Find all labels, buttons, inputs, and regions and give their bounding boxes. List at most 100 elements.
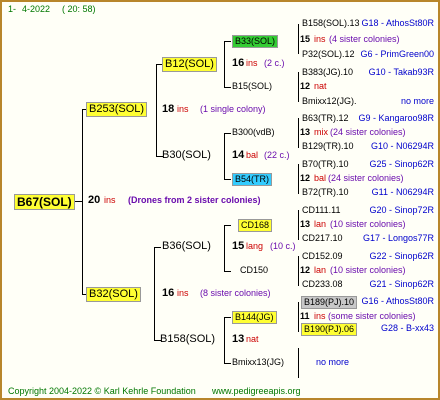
gen-b253: 18 [162, 103, 175, 115]
header-date: 4-2022 [22, 4, 51, 14]
ref-cd111-11: G20 - Sinop72R [369, 205, 434, 215]
node-b15[interactable]: B15(SOL) [232, 82, 272, 91]
root-node[interactable]: B67(SOL) [14, 194, 75, 210]
note-cd168: (10 sister colonies) [330, 219, 406, 229]
unit-b54: bal [314, 173, 327, 183]
connector-root-stub [74, 201, 83, 202]
ref-b129tr10: G10 - N06294R [370, 141, 434, 151]
node-b36[interactable]: B36(SOL) [162, 241, 211, 252]
node-b300[interactable]: B300(vdB) [232, 128, 275, 137]
connector-g4-8 [298, 348, 299, 378]
connector-b253-kids [156, 64, 157, 156]
gen-cd168: 13 [300, 219, 311, 229]
node-cd111-11[interactable]: CD111.11 [302, 206, 341, 215]
connector-b36-kids [224, 225, 225, 271]
node-b54[interactable]: B54(TR) [232, 173, 273, 186]
node-b129tr10[interactable]: B129(TR).10 [302, 142, 354, 151]
gen-b30: 14 [232, 149, 245, 161]
unit-b36: lang [246, 241, 264, 251]
note-b300: (24 sister colonies) [330, 127, 406, 137]
node-b30[interactable]: B30(SOL) [162, 150, 211, 161]
ref-cd233-08: G21 - Sinop62R [369, 279, 434, 289]
gen-b33: 15 [300, 34, 311, 44]
unit-b158: nat [246, 334, 259, 344]
note-b253: (1 single colony) [200, 104, 266, 114]
node-b32[interactable]: B32(SOL) [86, 287, 141, 302]
footer-copyright: Copyright 2004-2022 © Karl Kehrle Founda… [8, 386, 196, 396]
connector-b300 [224, 133, 231, 134]
note-b144: (some sister colonies) [328, 311, 416, 321]
connector-g4-7 [298, 302, 299, 332]
connector-cd168 [224, 225, 231, 226]
node-b158[interactable]: B158(SOL) [160, 334, 215, 345]
unit-b32: ins [177, 288, 189, 298]
connector-b12-kids [224, 41, 225, 87]
header-time: ( 20: 58) [62, 4, 96, 14]
node-cd233-08[interactable]: CD233.08 [302, 280, 343, 289]
ref-p32sol12: G6 - PrimGreen00 [360, 49, 434, 59]
ref-b158sol13: G18 - AthosSt80R [361, 18, 434, 28]
unit-cd168: lan [314, 219, 327, 229]
note-b33: (4 sister colonies) [329, 34, 400, 44]
connector-b15 [224, 87, 231, 88]
gen-b158: 13 [232, 333, 245, 345]
connector-b54 [224, 179, 231, 180]
gen-b15: 12 [300, 81, 311, 91]
node-b72tr10[interactable]: B72(TR).10 [302, 188, 349, 197]
node-b383jg10[interactable]: B383(JG).10 [302, 68, 353, 77]
ref-cd217-10: G17 - Longos77R [362, 233, 434, 243]
unit-b12: ins [246, 58, 258, 68]
gen-b300: 13 [300, 127, 311, 137]
header-prefix: 1- [8, 4, 17, 14]
connector-g4-5 [298, 210, 299, 240]
ref-b190pj06: G28 - B-xx43 [380, 323, 434, 333]
gen-b36: 15 [232, 240, 245, 252]
connector-cd150 [224, 271, 231, 272]
unit-b253: ins [177, 104, 189, 114]
unit-b15: nat [314, 81, 327, 91]
connector-b33 [224, 41, 231, 42]
unit-b144: ins [314, 311, 326, 321]
gen-b54: 12 [300, 173, 311, 183]
note-b36: (10 c.) [270, 241, 296, 251]
node-b189pj10[interactable]: B189(PJ).10 [301, 296, 358, 309]
connector-b32-kids [154, 247, 155, 340]
node-b144[interactable]: B144(JG) [232, 311, 277, 324]
ref-b72tr10: G11 - N06294R [371, 187, 434, 197]
connector-b144 [224, 317, 231, 318]
note-bmixx13: no more [316, 357, 350, 367]
connector-g4-1 [298, 24, 299, 54]
gen-b144: 11 [300, 311, 310, 321]
root-note: (Drones from 2 sister colonies) [128, 195, 261, 205]
ref-b63tr12: G9 - Kangaroo98R [358, 113, 434, 123]
connector-g4-4 [298, 164, 299, 194]
node-b253[interactable]: B253(SOL) [86, 102, 148, 117]
node-b12[interactable]: B12(SOL) [162, 57, 217, 72]
unit-cd150: lan [314, 265, 327, 275]
note-cd150: (10 sister colonies) [330, 265, 406, 275]
node-b63tr12[interactable]: B63(TR).12 [302, 114, 349, 123]
node-bmixx12jg[interactable]: Bmixx12(JG). [302, 97, 357, 106]
connector-b158-kids [224, 317, 225, 363]
unit-b300: mix [314, 127, 328, 137]
node-cd152-09[interactable]: CD152.09 [302, 252, 343, 261]
ref-cd152-09: G22 - Sinop62R [369, 251, 434, 261]
node-b33[interactable]: B33(SOL) [232, 35, 279, 48]
note-b12: (2 c.) [264, 58, 285, 68]
ref-b70tr10: G25 - Sinop62R [369, 159, 434, 169]
node-p32sol12[interactable]: P32(SOL).12 [302, 50, 355, 59]
note-b32: (8 sister colonies) [200, 288, 271, 298]
node-cd217-10[interactable]: CD217.10 [302, 234, 343, 243]
unit-b33: ins [314, 34, 326, 44]
gen-b32: 16 [162, 287, 175, 299]
connector-bmixx13 [224, 363, 231, 364]
footer-website[interactable]: www.pedigreeapis.org [212, 387, 301, 396]
node-b158sol13[interactable]: B158(SOL).13 [302, 19, 360, 28]
pedigree-chart: 1- 4-2022 ( 20: 58) B67(SOL) 20 ins (Dro… [0, 0, 440, 400]
connector-b36 [154, 247, 161, 248]
node-cd168[interactable]: CD168 [238, 219, 273, 232]
node-b70tr10[interactable]: B70(TR).10 [302, 160, 349, 169]
node-b190pj06[interactable]: B190(PJ).06 [301, 323, 358, 336]
node-bmixx13[interactable]: Bmixx13(JG) [232, 358, 284, 367]
node-cd150[interactable]: CD150 [240, 266, 268, 275]
